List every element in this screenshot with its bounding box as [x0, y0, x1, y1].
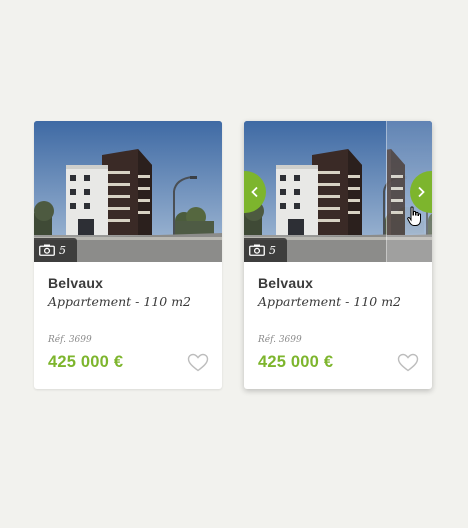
listing-card-hovered[interactable]: 5 Belvaux Appartement - 110 m2 Réf. 3699… — [244, 121, 432, 389]
listing-card[interactable]: 5 Belvaux Appartement - 110 m2 Réf. 3699… — [34, 121, 222, 389]
listing-city: Belvaux — [258, 275, 314, 291]
chevron-left-icon — [251, 186, 258, 198]
heart-outline-icon[interactable] — [187, 353, 209, 372]
listing-price: 425 000 € — [258, 353, 334, 371]
camera-icon — [249, 244, 265, 256]
listing-ref: Réf. 3699 — [258, 335, 302, 345]
listing-type: Appartement - 110 m2 — [258, 294, 402, 309]
photo-count: 5 — [269, 243, 276, 257]
photo-count: 5 — [59, 243, 66, 257]
listing-city: Belvaux — [48, 275, 104, 291]
listing-photo[interactable]: 5 — [244, 121, 432, 262]
listing-price: 425 000 € — [48, 353, 124, 371]
listing-info: Belvaux Appartement - 110 m2 Réf. 3699 4… — [34, 262, 222, 389]
hand-pointer-icon — [407, 206, 421, 226]
listing-photo[interactable]: 5 — [34, 121, 222, 262]
camera-icon — [39, 244, 55, 256]
photo-count-badge: 5 — [244, 238, 287, 262]
chevron-right-icon — [418, 186, 425, 198]
listing-info: Belvaux Appartement - 110 m2 Réf. 3699 4… — [244, 262, 432, 389]
photo-count-badge: 5 — [34, 238, 77, 262]
heart-outline-icon[interactable] — [397, 353, 419, 372]
listing-ref: Réf. 3699 — [48, 335, 92, 345]
listing-type: Appartement - 110 m2 — [48, 294, 192, 309]
